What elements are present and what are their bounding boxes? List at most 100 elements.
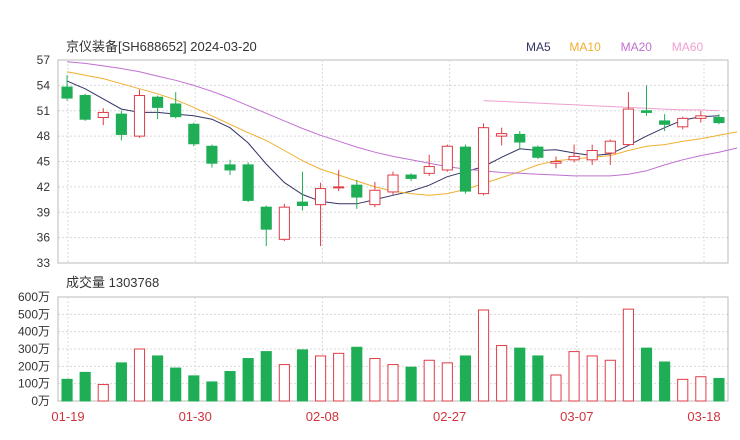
- candle: [170, 92, 182, 119]
- candle: [206, 144, 218, 168]
- candle: [242, 162, 254, 203]
- candle-body: [695, 115, 707, 119]
- volume-bar: [387, 364, 399, 402]
- candle: [496, 127, 508, 146]
- legend-entry-ma10: MA10: [569, 40, 601, 54]
- price-y-tick: 51: [37, 104, 51, 118]
- volume-bar: [659, 361, 671, 402]
- volume-bar: [532, 355, 544, 402]
- candle: [152, 95, 164, 120]
- candle-body: [550, 161, 562, 164]
- legend-entry-ma20: MA20: [621, 40, 653, 54]
- candle-body: [260, 206, 272, 230]
- candle-body: [351, 184, 363, 198]
- candle: [550, 156, 562, 169]
- candle-body: [514, 133, 526, 143]
- candle: [441, 144, 453, 172]
- volume-bar: [640, 347, 653, 402]
- candle: [640, 85, 653, 116]
- volume-bar: [79, 371, 91, 402]
- volume-bar: [459, 355, 472, 402]
- candle-body: [97, 111, 109, 119]
- series-line-ma10: [67, 71, 738, 196]
- candle: [351, 180, 363, 209]
- candle-body: [79, 95, 91, 120]
- candle: [61, 75, 73, 101]
- volume-bar: [296, 349, 309, 402]
- x-tick-label: 03-07: [560, 409, 593, 424]
- volume-bar: [441, 362, 453, 402]
- volume-bar: [568, 351, 580, 402]
- candle-body: [115, 113, 127, 135]
- candle: [459, 144, 472, 194]
- candle-body: [333, 186, 345, 189]
- chart-title: 京仪装备[SH688652] 2024-03-20: [66, 39, 257, 54]
- candle-body: [477, 127, 490, 195]
- price-y-tick: 57: [37, 53, 51, 67]
- volume-bar: [242, 358, 254, 402]
- candle: [79, 93, 91, 121]
- price-y-tick: 39: [37, 205, 51, 219]
- candle: [405, 173, 417, 181]
- volume-bar: [115, 362, 127, 402]
- volume-bar: [550, 374, 562, 402]
- candle: [659, 114, 671, 132]
- candle-body: [622, 108, 634, 146]
- candle-body: [314, 188, 327, 206]
- volume-bar: [97, 384, 109, 402]
- volume-bar: [622, 308, 634, 402]
- candle-body: [496, 133, 508, 137]
- volume-bar: [314, 355, 327, 402]
- volume-bar: [405, 366, 417, 402]
- volume-bar: [423, 359, 435, 402]
- moving-average-lines: [66, 61, 738, 205]
- x-tick-label: 02-08: [306, 409, 339, 424]
- volume-y-tick: 200万: [18, 359, 50, 373]
- price-y-tick: 42: [37, 180, 51, 194]
- candle: [677, 116, 689, 130]
- chart-canvas: 57 54 51 48 45 42 39 36 33 600万 500万 400万 300万 200万 10…: [18, 39, 738, 424]
- volume-bars: [61, 308, 725, 402]
- volume-bar: [170, 367, 182, 402]
- candle-body: [423, 166, 435, 174]
- volume-y-tick: 400万: [18, 325, 50, 339]
- legend: MA5 MA10 MA20 MA60: [526, 40, 703, 54]
- volume-bar: [586, 355, 598, 402]
- volume-bar: [152, 355, 164, 402]
- candle: [260, 205, 272, 247]
- candle-body: [659, 120, 671, 125]
- candle-body: [640, 110, 653, 113]
- volume-y-tick: 600万: [18, 290, 50, 304]
- series-line-ma60: [483, 100, 719, 112]
- volume-bar: [224, 371, 236, 402]
- candle-body: [369, 189, 381, 206]
- x-tick-label: 02-27: [433, 409, 466, 424]
- volume-bar: [188, 375, 200, 402]
- price-y-tick: 54: [37, 78, 51, 92]
- volume-bar: [496, 345, 508, 402]
- candle-body: [170, 103, 182, 118]
- volume-title: 成交量 1303768: [66, 275, 159, 290]
- legend-entry-ma5: MA5: [526, 40, 551, 54]
- volume-bar: [260, 351, 272, 402]
- candle-body: [604, 140, 616, 154]
- volume-bar: [333, 352, 345, 402]
- candle-body: [278, 206, 290, 240]
- candle-body: [387, 174, 399, 193]
- candle-body: [224, 164, 236, 171]
- stock-chart: 57 54 51 48 45 42 39 36 33 600万 500万 400万 300万 200万 10…: [0, 0, 740, 440]
- volume-bar: [133, 348, 146, 402]
- candle: [133, 89, 146, 138]
- candle: [278, 203, 290, 242]
- candle: [423, 154, 435, 176]
- candle: [115, 110, 127, 141]
- candle: [532, 145, 544, 159]
- candle-body: [242, 164, 254, 201]
- price-y-tick: 48: [37, 129, 51, 143]
- volume-bar: [477, 309, 490, 402]
- volume-bar: [61, 378, 73, 402]
- volume-bar: [713, 377, 725, 402]
- volume-bar: [695, 376, 707, 402]
- candle: [188, 122, 200, 147]
- volume-y-tick: 300万: [18, 342, 50, 356]
